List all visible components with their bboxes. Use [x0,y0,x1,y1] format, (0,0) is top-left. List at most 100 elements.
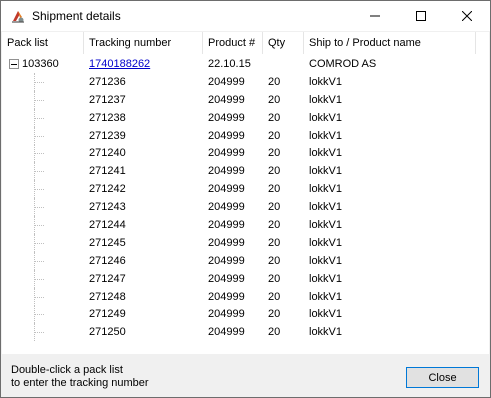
tree-branch [34,225,44,227]
child-tracking-number: 271249 [89,308,126,321]
child-product-name: lokkV1 [309,272,343,285]
shipment-tree-list[interactable]: Pack list Tracking number Product # Qty … [2,32,489,354]
child-product-number: 204999 [208,165,245,178]
child-tracking-number: 271243 [89,201,126,214]
child-product-name: lokkV1 [309,93,343,106]
child-product-number: 204999 [208,129,245,142]
tree-branch [34,278,44,281]
column-header-qty[interactable]: Qty [263,32,304,54]
tree-branch [34,189,44,191]
child-product-name: lokkV1 [309,290,343,303]
child-product-name: lokkV1 [309,147,343,160]
child-row[interactable]: 271236 204999 20 lokkV1 [2,72,489,91]
collapse-toggle-icon[interactable] [9,59,19,69]
child-row[interactable]: 271244 204999 20 lokkV1 [2,216,489,235]
footer-panel: Double-click a pack list to enter the tr… [1,355,490,397]
child-row[interactable]: 271242 204999 20 lokkV1 [2,180,489,199]
child-tracking-number: 271240 [89,147,126,160]
child-product-number: 204999 [208,290,245,303]
minimize-button[interactable] [352,1,398,31]
tracking-number-link[interactable]: 1740188262 [84,55,203,73]
child-product-name: lokkV1 [309,183,343,196]
child-qty: 20 [268,272,281,285]
tree-branch [34,117,44,120]
close-window-button[interactable] [444,1,490,31]
tree-branch [34,207,44,209]
column-header-product[interactable]: Product # [203,32,263,54]
child-qty: 20 [268,326,281,339]
tree-branch [34,296,44,299]
window-title: Shipment details [32,9,121,23]
hint-line-1: Double-click a pack list [11,364,123,376]
child-product-number: 204999 [208,236,245,249]
maximize-icon [416,11,426,21]
tree-branch [34,314,44,316]
close-icon [462,11,472,21]
child-product-number: 204999 [208,326,245,339]
child-product-number: 204999 [208,272,245,285]
shipment-details-window: Shipment details Pack list Tracking numb… [0,0,491,398]
child-row[interactable]: 271243 204999 20 lokkV1 [2,198,489,217]
child-qty: 20 [268,93,281,106]
child-product-number: 204999 [208,254,245,267]
pack-list-row[interactable]: 103360 1740188262 22.10.15 COMROD AS [2,55,489,73]
child-tracking-number: 271238 [89,111,126,124]
child-row[interactable]: 271246 204999 20 lokkV1 [2,251,489,270]
child-row[interactable]: 271250 204999 20 lokkV1 [2,323,489,342]
hint-text: Double-click a pack list to enter the tr… [11,364,149,390]
child-product-number: 204999 [208,111,245,124]
child-qty: 20 [268,254,281,267]
child-qty: 20 [268,165,281,178]
child-qty: 20 [268,75,281,88]
child-qty: 20 [268,201,281,214]
child-product-number: 204999 [208,219,245,232]
child-qty: 20 [268,236,281,249]
child-tracking-number: 271246 [89,254,126,267]
child-product-name: lokkV1 [309,326,343,339]
column-header-pack-list[interactable]: Pack list [2,32,84,54]
child-qty: 20 [268,183,281,196]
tree-branch [34,99,44,102]
child-row[interactable]: 271239 204999 20 lokkV1 [2,126,489,145]
title-bar[interactable]: Shipment details [1,1,490,31]
child-tracking-number: 271245 [89,236,126,249]
column-header: Pack list Tracking number Product # Qty … [2,32,489,54]
child-product-name: lokkV1 [309,75,343,88]
column-header-tracking-number[interactable]: Tracking number [84,32,203,54]
tree-branch [34,153,44,155]
child-tracking-number: 271244 [89,219,126,232]
child-row[interactable]: 271248 204999 20 lokkV1 [2,287,489,306]
child-product-number: 204999 [208,201,245,214]
child-tracking-number: 271237 [89,93,126,106]
child-tracking-number: 271250 [89,326,126,339]
child-product-number: 204999 [208,183,245,196]
maximize-button[interactable] [398,1,444,31]
child-qty: 20 [268,219,281,232]
tree-branch [34,260,44,263]
child-product-name: lokkV1 [309,254,343,267]
minimize-icon [370,15,380,17]
child-product-name: lokkV1 [309,111,343,124]
child-product-number: 204999 [208,75,245,88]
child-product-name: lokkV1 [309,201,343,214]
child-product-name: lokkV1 [309,308,343,321]
child-row[interactable]: 271238 204999 20 lokkV1 [2,108,489,127]
column-header-ship-to[interactable]: Ship to / Product name [304,32,476,54]
ship-to-name: COMROD AS [309,58,377,70]
child-row[interactable]: 271247 204999 20 lokkV1 [2,269,489,288]
child-row[interactable]: 271237 204999 20 lokkV1 [2,90,489,109]
child-product-number: 204999 [208,308,245,321]
app-icon [10,8,26,24]
tree-branch [34,332,44,334]
hint-line-2: to enter the tracking number [11,377,149,389]
child-row[interactable]: 271240 204999 20 lokkV1 [2,144,489,163]
child-qty: 20 [268,147,281,160]
child-qty: 20 [268,290,281,303]
child-tracking-number: 271242 [89,183,126,196]
child-row[interactable]: 271245 204999 20 lokkV1 [2,233,489,252]
child-row[interactable]: 271241 204999 20 lokkV1 [2,162,489,181]
pack-list-qty [263,55,304,73]
close-button[interactable]: Close [406,367,479,388]
child-product-name: lokkV1 [309,129,343,142]
child-row[interactable]: 271249 204999 20 lokkV1 [2,305,489,324]
